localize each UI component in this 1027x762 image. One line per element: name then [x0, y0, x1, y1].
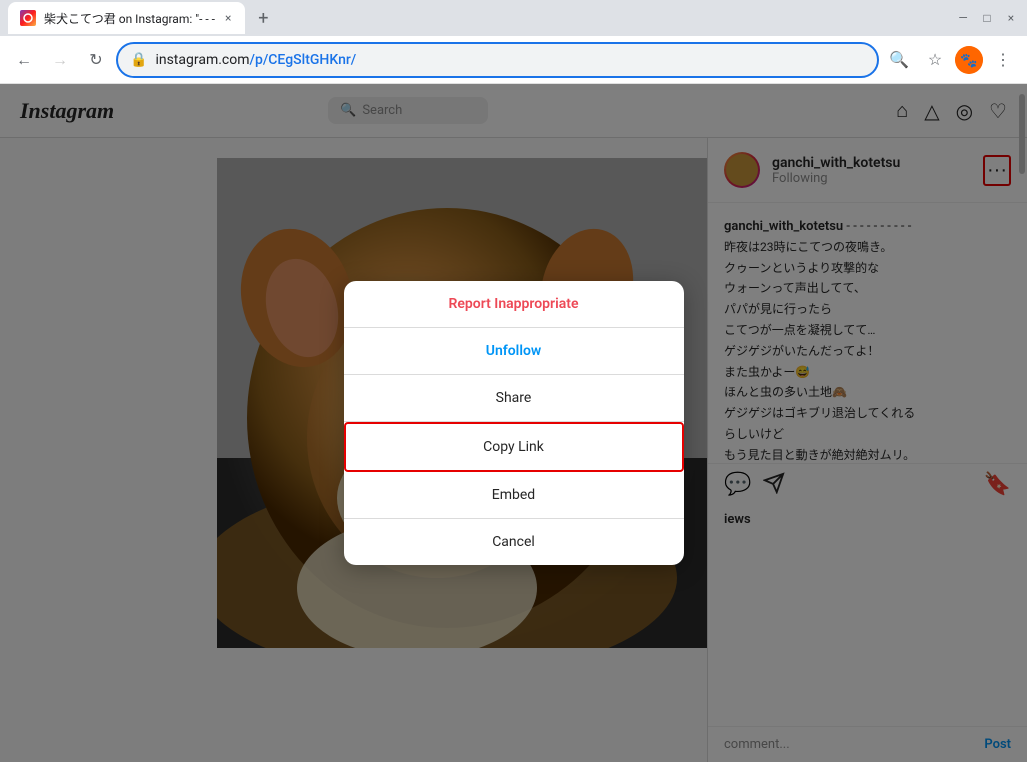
maximize-button[interactable]: □: [979, 10, 995, 26]
nav-right-icons: 🔍 ☆ 🐾 ⋮: [883, 44, 1019, 76]
profile-avatar[interactable]: 🐾: [955, 46, 983, 74]
svg-text:🐾: 🐾: [960, 53, 977, 69]
browser-tab[interactable]: 柴犬こてつ君 on Instagram: "- - - ×: [8, 2, 245, 34]
new-tab-button[interactable]: +: [249, 4, 277, 32]
forward-button[interactable]: →: [44, 44, 76, 76]
modal-overlay[interactable]: Report Inappropriate Unfollow Share Copy…: [0, 84, 1027, 762]
close-button[interactable]: ×: [1003, 10, 1019, 26]
modal-report-item[interactable]: Report Inappropriate: [344, 281, 684, 328]
address-bar[interactable]: 🔒 instagram.com/p/CEgSltGHKnr/: [116, 42, 879, 78]
tab-close-button[interactable]: ×: [223, 9, 233, 27]
minimize-button[interactable]: —: [955, 10, 971, 26]
browser-menu-button[interactable]: ⋮: [987, 44, 1019, 76]
modal-embed-item[interactable]: Embed: [344, 472, 684, 519]
instagram-page: Instagram 🔍 Search ⌂ △ ◎ ♡: [0, 84, 1027, 762]
title-bar: 柴犬こてつ君 on Instagram: "- - - × + — □ ×: [0, 0, 1027, 36]
modal-unfollow-item[interactable]: Unfollow: [344, 328, 684, 375]
search-button[interactable]: 🔍: [883, 44, 915, 76]
window-controls: — □ ×: [955, 10, 1019, 26]
lock-icon: 🔒: [130, 52, 147, 68]
browser-chrome: 柴犬こてつ君 on Instagram: "- - - × + — □ × ← …: [0, 0, 1027, 84]
refresh-button[interactable]: ↻: [80, 44, 112, 76]
tab-favicon: [20, 10, 36, 26]
title-bar-left: 柴犬こてつ君 on Instagram: "- - - × +: [8, 2, 955, 34]
address-text: instagram.com/p/CEgSltGHKnr/: [155, 52, 865, 68]
tab-title: 柴犬こてつ君 on Instagram: "- - -: [44, 10, 215, 27]
nav-bar: ← → ↻ 🔒 instagram.com/p/CEgSltGHKnr/ 🔍 ☆…: [0, 36, 1027, 84]
modal-copy-link-item[interactable]: Copy Link: [344, 422, 684, 472]
bookmark-star-button[interactable]: ☆: [919, 44, 951, 76]
modal-dialog: Report Inappropriate Unfollow Share Copy…: [344, 281, 684, 565]
modal-share-item[interactable]: Share: [344, 375, 684, 422]
back-button[interactable]: ←: [8, 44, 40, 76]
modal-cancel-item[interactable]: Cancel: [344, 519, 684, 565]
